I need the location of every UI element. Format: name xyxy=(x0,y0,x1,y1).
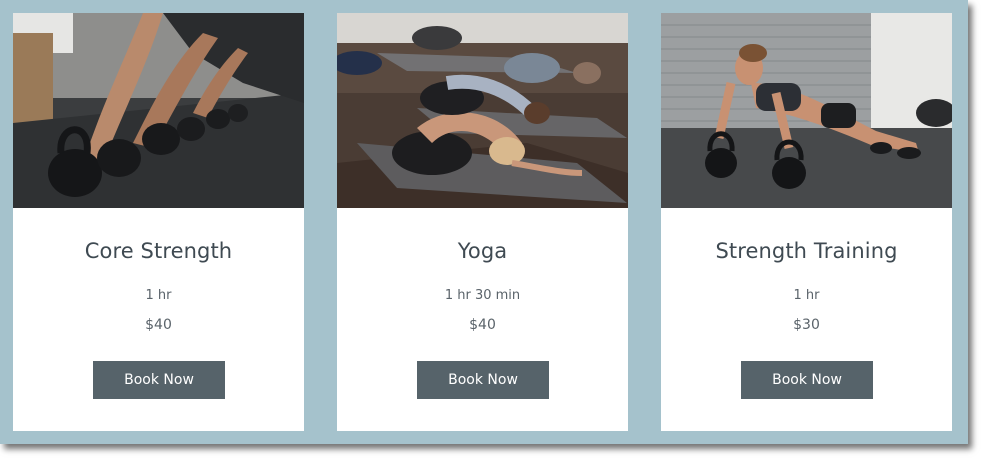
service-duration: 1 hr xyxy=(145,288,172,303)
services-strip: Core Strength 1 hr $40 Book Now Yoga 1 h… xyxy=(0,0,968,444)
service-price: $30 xyxy=(793,317,820,333)
book-now-button[interactable]: Book Now xyxy=(93,361,225,399)
service-card-core-strength: Core Strength 1 hr $40 Book Now xyxy=(13,13,304,431)
kettlebell-pushup-photo xyxy=(661,13,952,208)
service-card-strength-training: Strength Training 1 hr $30 Book Now xyxy=(661,13,952,431)
service-price: $40 xyxy=(145,317,172,333)
yoga-class-photo xyxy=(337,13,628,208)
service-title: Core Strength xyxy=(84,239,233,263)
service-duration: 1 hr 30 min xyxy=(444,288,521,303)
service-title: Strength Training xyxy=(715,239,898,263)
book-now-button[interactable]: Book Now xyxy=(741,361,873,399)
service-price: $40 xyxy=(469,317,496,333)
service-title: Yoga xyxy=(457,239,508,263)
kettlebell-class-photo xyxy=(13,13,304,208)
service-card-yoga: Yoga 1 hr 30 min $40 Book Now xyxy=(337,13,628,431)
service-duration: 1 hr xyxy=(793,288,820,303)
book-now-button[interactable]: Book Now xyxy=(417,361,549,399)
